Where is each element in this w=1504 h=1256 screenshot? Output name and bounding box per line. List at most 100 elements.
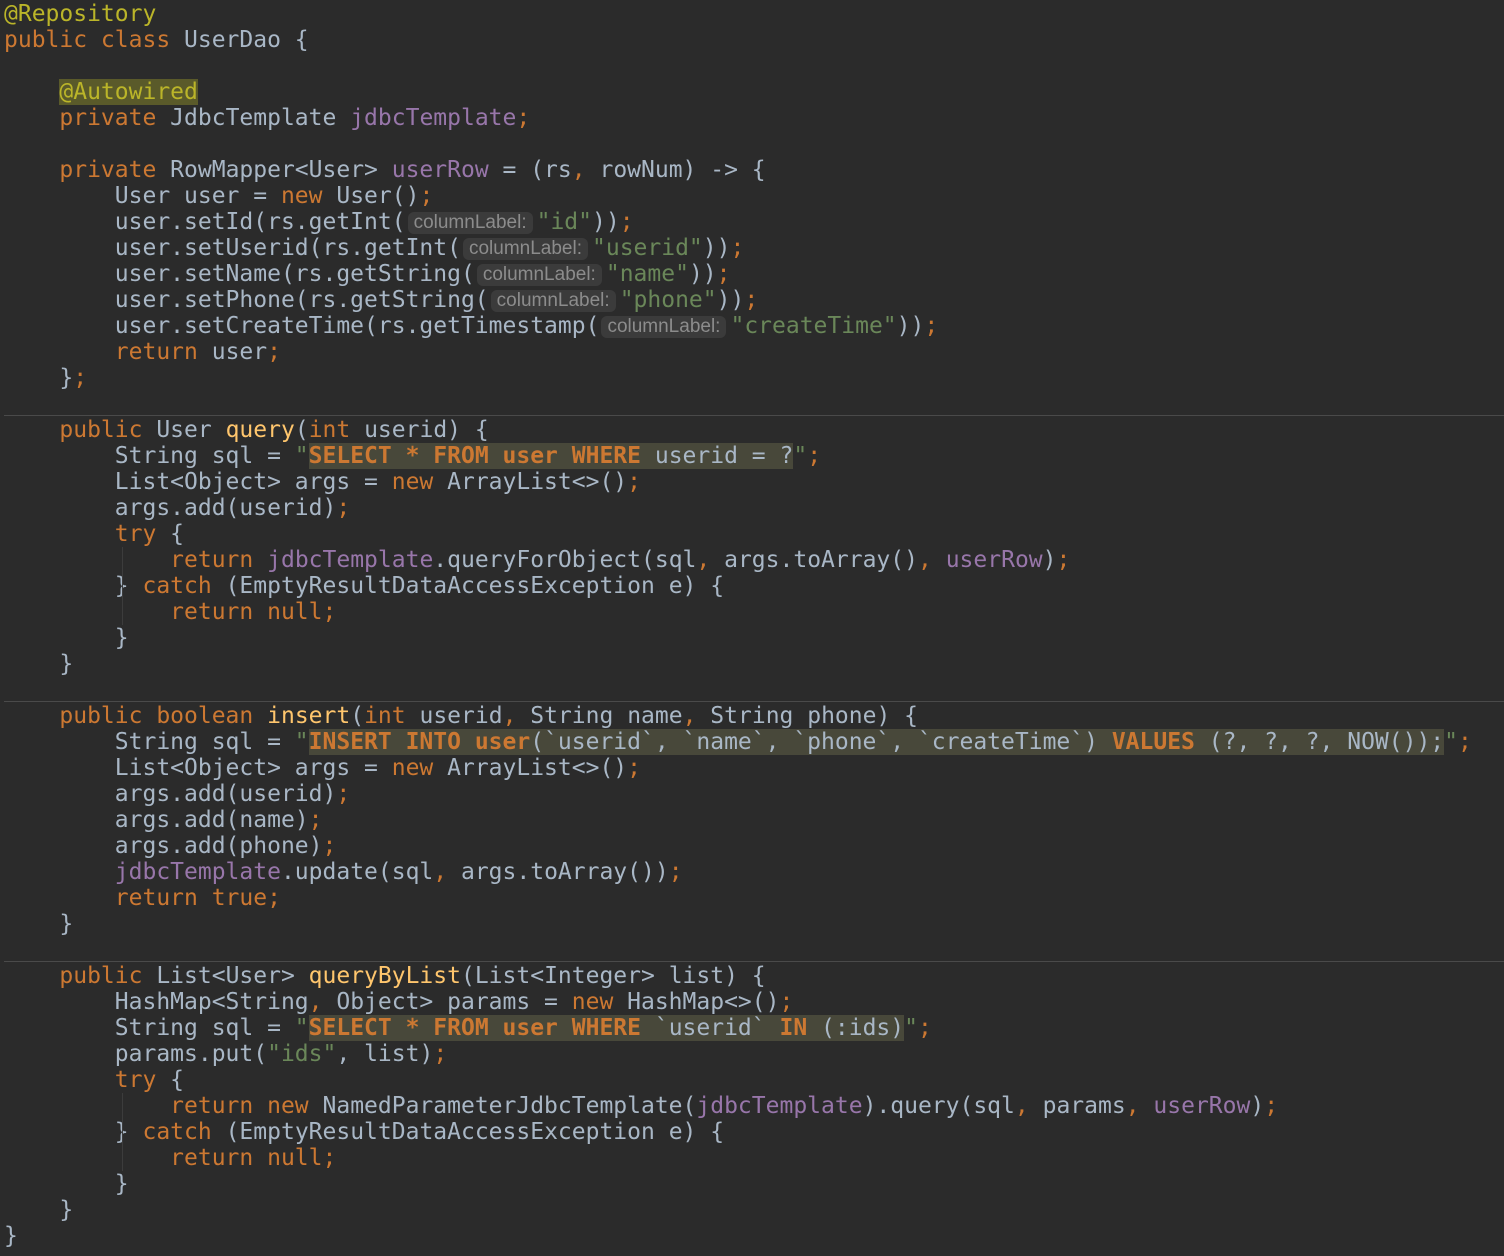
- field-token: jdbcTemplate: [350, 105, 517, 131]
- keyword-token: return null;: [170, 1145, 337, 1171]
- code-line: }: [4, 1171, 129, 1197]
- string-token: "ids": [267, 1041, 337, 1067]
- method-separator: [4, 961, 1504, 962]
- keyword-token: ;: [730, 235, 745, 261]
- indent-guide: [122, 547, 123, 625]
- keyword-token: ;: [716, 261, 731, 287]
- sql-token: (:ids): [807, 1015, 905, 1041]
- keyword-token: private: [59, 105, 157, 131]
- code-line: }: [4, 625, 129, 651]
- keyword-token: ;: [267, 339, 281, 365]
- code-token: String sql =: [4, 729, 295, 755]
- keyword-token: ;: [308, 807, 323, 833]
- code-token: (EmptyResultDataAccessException e) {: [211, 1119, 725, 1145]
- keyword-token: ;: [1458, 729, 1472, 755]
- code-token: String phone) {: [696, 703, 919, 729]
- keyword-token: ;: [336, 495, 351, 521]
- keyword-token: public boolean: [59, 703, 254, 729]
- sql-keyword-token: IN: [779, 1015, 808, 1041]
- keyword-token: ,: [1125, 1093, 1140, 1119]
- keyword-token: ;: [433, 1041, 448, 1067]
- indent-guide: [122, 1093, 123, 1171]
- method-name-token: query: [225, 417, 295, 443]
- code-token: ).query(sql: [862, 1093, 1015, 1119]
- code-token: (List<Integer> list) {: [460, 963, 766, 989]
- code-token: args.toArray(): [710, 547, 918, 573]
- string-token: ": [793, 443, 808, 469]
- code-token: user.setPhone(rs.getString(: [4, 287, 489, 313]
- code-line: return null;: [4, 599, 336, 625]
- code-token: user: [197, 339, 268, 365]
- code-token: (EmptyResultDataAccessException e) {: [211, 573, 725, 599]
- code-token: Object> params =: [322, 989, 572, 1015]
- keyword-token: ,: [917, 547, 932, 573]
- keyword-token: ;: [627, 469, 642, 495]
- code-token: }: [4, 1223, 18, 1249]
- code-token: (: [294, 417, 309, 443]
- field-token: jdbcTemplate: [267, 547, 434, 573]
- code-line: };: [4, 365, 87, 391]
- code-line: public User query(int userid) {: [4, 417, 488, 443]
- keyword-token: ;: [1264, 1093, 1279, 1119]
- code-token: ArrayList<>(): [433, 755, 628, 781]
- code-token: = (rs: [488, 157, 572, 183]
- code-line: }: [4, 911, 73, 937]
- keyword-token: ,: [502, 703, 517, 729]
- sql-token: (?, ?, ?, NOW());: [1194, 729, 1445, 755]
- code-token: }: [4, 1197, 74, 1223]
- code-token: ArrayList<>(): [433, 469, 628, 495]
- code-token: user.setName(rs.getString(: [4, 261, 475, 287]
- annotation-token: @Repository: [4, 1, 157, 27]
- method-name-token: queryByList: [308, 963, 461, 989]
- keyword-token: ;: [924, 313, 939, 339]
- code-line: String sql = "INSERT INTO user(`userid`,…: [4, 729, 1472, 755]
- field-token: userRow: [391, 157, 489, 183]
- code-token: JdbcTemplate: [156, 105, 351, 131]
- code-token: {: [156, 521, 185, 547]
- keyword-token: ,: [696, 547, 711, 573]
- code-line: jdbcTemplate.update(sql, args.toArray())…: [4, 859, 683, 885]
- code-token: args.add(userid): [4, 495, 337, 521]
- code-token: list): [350, 1041, 434, 1067]
- keyword-token: ;: [516, 105, 531, 131]
- keyword-token: ,: [571, 157, 586, 183]
- keyword-token: public: [59, 963, 143, 989]
- code-token: args.add(phone): [4, 833, 323, 859]
- keyword-token: catch: [142, 1119, 212, 1145]
- string-token: ": [904, 1015, 918, 1041]
- keyword-token: private: [59, 157, 157, 183]
- string-token: "phone": [619, 287, 717, 313]
- code-line: @Autowired: [4, 79, 198, 105]
- keyword-token: return new: [170, 1093, 309, 1119]
- code-editor[interactable]: @Repository public class UserDao { @Autow…: [0, 0, 1504, 1256]
- string-token: ": [294, 729, 309, 755]
- code-line: user.setName(rs.getString(columnLabel: "n…: [4, 261, 731, 287]
- sql-keyword-token: SELECT * FROM user WHERE: [308, 443, 641, 469]
- method-separator: [4, 701, 1504, 702]
- parameter-hint: columnLabel:: [490, 290, 616, 312]
- code-line: public class UserDao {: [4, 27, 309, 53]
- string-token: "name": [605, 261, 689, 287]
- code-line: String sql = "SELECT * FROM user WHERE u…: [4, 443, 821, 469]
- code-token: )): [592, 209, 620, 235]
- string-token: "id": [536, 209, 592, 235]
- code-token: .queryForObject(sql: [433, 547, 697, 573]
- code-token: (: [350, 703, 365, 729]
- code-line: args.add(phone);: [4, 833, 337, 859]
- code-token: rowNum) -> {: [585, 157, 766, 183]
- code-line: args.add(name);: [4, 807, 323, 833]
- code-token: )): [688, 261, 717, 287]
- keyword-token: return null;: [170, 599, 337, 625]
- keyword-token: public: [59, 417, 143, 443]
